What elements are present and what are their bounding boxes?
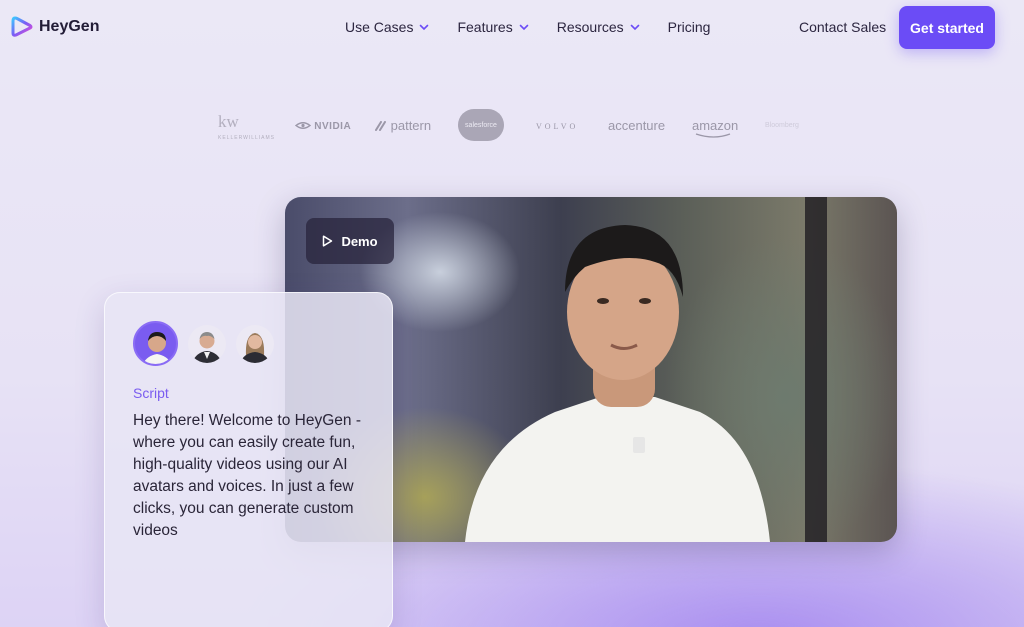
top-nav: HeyGen Use Cases Features Resources Pric… bbox=[0, 0, 1024, 56]
presenter-figure bbox=[465, 225, 770, 542]
demo-label: Demo bbox=[341, 233, 378, 249]
avatar-picker bbox=[133, 321, 274, 366]
avatar-young-man-icon bbox=[142, 332, 172, 364]
contact-sales-link[interactable]: Contact Sales bbox=[799, 19, 886, 35]
brand-name: HeyGen bbox=[39, 18, 100, 35]
heygen-logo-icon bbox=[11, 16, 33, 37]
avatar-man-suit-icon bbox=[192, 331, 222, 363]
demo-button[interactable]: Demo bbox=[306, 218, 394, 264]
nvidia-eye-icon bbox=[294, 122, 312, 129]
logo-amazon-text: amazon bbox=[692, 118, 739, 133]
avatar-woman[interactable] bbox=[236, 324, 274, 363]
logo-nvidia: NVIDIA bbox=[294, 121, 352, 132]
logo-salesforce: salesforce bbox=[458, 109, 504, 141]
chevron-down-icon bbox=[519, 24, 529, 31]
nav-resources[interactable]: Resources bbox=[557, 19, 640, 35]
logo-pattern: pattern bbox=[375, 118, 431, 133]
logo-kw: kw KELLERWILLIAMS bbox=[218, 112, 275, 146]
logo-pattern-text: pattern bbox=[390, 118, 432, 133]
script-card: Script Hey there! Welcome to HeyGen - wh… bbox=[104, 292, 393, 627]
nav-pricing[interactable]: Pricing bbox=[668, 19, 711, 35]
heygen-logo[interactable]: HeyGen bbox=[11, 15, 99, 39]
play-icon bbox=[323, 235, 333, 247]
avatar-selected[interactable] bbox=[133, 321, 178, 366]
customer-logos: kw KELLERWILLIAMS NVIDIA pattern salesfo… bbox=[210, 109, 850, 146]
script-text[interactable]: Hey there! Welcome to HeyGen - where you… bbox=[133, 410, 373, 542]
avatar-man-suit[interactable] bbox=[188, 324, 226, 363]
nav-label: Pricing bbox=[667, 19, 711, 35]
chevron-down-icon bbox=[630, 24, 639, 31]
logo-volvo: VOLVO bbox=[536, 122, 579, 131]
nav-links: Use Cases Features Resources Pricing bbox=[345, 19, 738, 35]
logo-kw-sub: KELLERWILLIAMS bbox=[218, 135, 275, 141]
pattern-mark-icon bbox=[375, 121, 386, 131]
logo-accenture: accenture bbox=[608, 118, 666, 133]
get-started-button[interactable]: Get started bbox=[899, 6, 995, 49]
nav-label: Use Cases bbox=[345, 19, 414, 35]
logo-amazon: amazon bbox=[692, 118, 739, 138]
chevron-down-icon bbox=[420, 24, 429, 31]
nav-label: Features bbox=[457, 19, 513, 35]
logo-faded: Bloomberg bbox=[765, 122, 799, 129]
background-pillar bbox=[805, 197, 827, 542]
nav-features[interactable]: Features bbox=[457, 19, 529, 35]
logo-kw-text: kw bbox=[218, 112, 239, 131]
avatar-woman-icon bbox=[240, 332, 270, 363]
nav-label: Resources bbox=[556, 19, 624, 35]
amazon-smile-icon bbox=[695, 133, 731, 138]
logo-nvidia-text: NVIDIA bbox=[314, 121, 352, 132]
script-label: Script bbox=[133, 385, 169, 401]
nav-use-cases[interactable]: Use Cases bbox=[345, 19, 429, 35]
logo-salesforce-text: salesforce bbox=[465, 121, 497, 129]
